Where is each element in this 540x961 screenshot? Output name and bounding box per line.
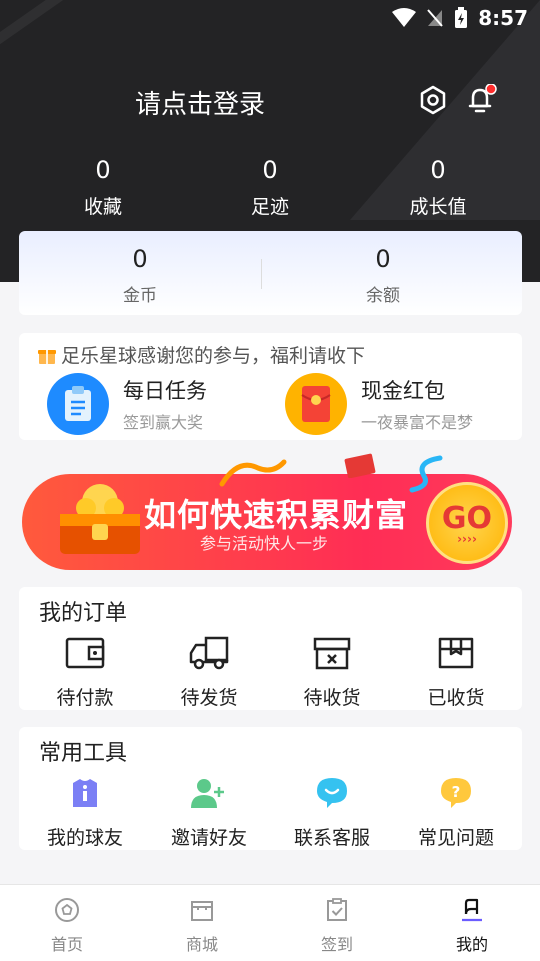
tool-label: 邀请好友 — [170, 827, 247, 849]
cash-redpacket-title: 现金红包 — [361, 379, 445, 403]
envelope-decoration — [344, 453, 376, 478]
stat-growth[interactable]: 0 成长值 — [378, 154, 498, 219]
jersey-icon — [73, 779, 97, 807]
notification-button[interactable] — [463, 82, 499, 118]
shop-icon — [191, 901, 213, 921]
status-bar: 8:57 — [392, 6, 528, 30]
tab-checkin[interactable]: 签到 — [297, 897, 377, 955]
chat-bubble-icon — [317, 778, 347, 808]
wallet-balance[interactable]: 0 余额 — [283, 243, 483, 306]
tool-customer-service[interactable]: 联系客服 — [272, 773, 392, 850]
cash-redpacket-subtitle: 一夜暴富不是梦 — [361, 413, 474, 432]
settings-button[interactable] — [415, 82, 451, 118]
welfare-title: 足乐星球感谢您的参与，福利请收下 — [61, 345, 366, 367]
order-label: 待收货 — [303, 687, 361, 709]
stat-value: 0 — [95, 156, 111, 184]
order-pending-receipt[interactable]: 待收货 — [272, 633, 392, 710]
profile-icon — [462, 898, 482, 922]
orders-card: 我的订单 待付款 待发货 待收货 已收货 — [19, 587, 522, 710]
tab-label: 签到 — [320, 935, 353, 954]
daily-task[interactable]: 每日任务 签到赢大奖 — [47, 373, 207, 435]
order-label: 已收货 — [427, 687, 485, 709]
box-x-icon — [313, 637, 351, 670]
order-label: 待付款 — [56, 687, 114, 709]
tool-label: 常见问题 — [417, 827, 494, 849]
tab-label: 我的 — [455, 935, 488, 954]
wallet-divider — [261, 259, 262, 289]
bottom-tab-bar: 首页 商城 签到 我的 — [0, 884, 540, 961]
go-button[interactable]: GO ›››› — [426, 482, 508, 564]
go-arrows: ›››› — [457, 531, 477, 546]
stat-label: 收藏 — [83, 196, 122, 218]
truck-icon — [189, 636, 229, 670]
bell-icon — [468, 84, 497, 113]
package-icon — [438, 637, 474, 669]
ribbon-decoration-2 — [409, 455, 443, 493]
wifi-icon — [392, 8, 417, 27]
coins-label: 金币 — [123, 286, 157, 306]
battery-icon — [455, 7, 468, 28]
daily-task-subtitle: 签到赢大奖 — [123, 413, 204, 432]
balance-value: 0 — [375, 245, 391, 273]
order-pending-payment[interactable]: 待付款 — [25, 633, 145, 710]
daily-task-title: 每日任务 — [123, 379, 207, 403]
gift-icon — [38, 349, 56, 364]
notification-dot — [485, 84, 497, 95]
tools-card: 常用工具 我的球友 邀请好友 联系客服 ? 常见问题 — [19, 727, 522, 850]
tab-shop[interactable]: 商城 — [162, 897, 242, 955]
wallet-card: 0 金币 0 余额 — [19, 231, 522, 315]
svg-text:?: ? — [452, 783, 461, 801]
stat-value: 0 — [262, 156, 278, 184]
clipboard-icon — [47, 373, 109, 435]
tab-home[interactable]: 首页 — [27, 897, 107, 955]
checkin-icon — [327, 898, 347, 921]
tool-label: 联系客服 — [293, 827, 370, 849]
welfare-card: 足乐星球感谢您的参与，福利请收下 每日任务 签到赢大奖 现金红包 一夜暴富不是梦 — [19, 333, 522, 440]
welfare-title-row: 足乐星球感谢您的参与，福利请收下 — [37, 341, 365, 368]
order-received[interactable]: 已收货 — [396, 633, 516, 710]
tab-label: 商城 — [185, 935, 218, 954]
stat-favorites[interactable]: 0 收藏 — [43, 154, 163, 219]
wallet-icon — [65, 637, 105, 669]
treasure-chest-icon — [60, 484, 140, 554]
add-user-icon — [191, 779, 224, 808]
stat-label: 成长值 — [409, 196, 467, 218]
order-label: 待发货 — [180, 687, 238, 709]
login-prompt[interactable]: 请点击登录 — [135, 84, 265, 121]
tab-mine[interactable]: 我的 — [432, 897, 512, 955]
status-time: 8:57 — [478, 6, 528, 30]
stat-footprints[interactable]: 0 足迹 — [210, 154, 330, 219]
coins-value: 0 — [132, 245, 148, 273]
stat-label: 足迹 — [250, 196, 289, 218]
tool-faq[interactable]: ? 常见问题 — [396, 773, 516, 850]
header-stripe — [0, 0, 310, 69]
stat-value: 0 — [430, 156, 446, 184]
tool-invite-friends[interactable]: 邀请好友 — [149, 773, 269, 850]
go-label: GO — [441, 500, 493, 536]
tab-label: 首页 — [50, 935, 83, 954]
cash-redpacket[interactable]: 现金红包 一夜暴富不是梦 — [285, 373, 473, 435]
balance-label: 余额 — [366, 286, 400, 306]
football-icon — [55, 898, 79, 922]
tool-label: 我的球友 — [46, 827, 123, 849]
tool-my-teammates[interactable]: 我的球友 — [25, 773, 145, 850]
banner-subtitle: 参与活动快人一步 — [200, 534, 329, 553]
red-packet-icon — [285, 373, 347, 435]
order-pending-shipment[interactable]: 待发货 — [149, 633, 269, 710]
question-icon: ? — [441, 778, 471, 808]
wealth-banner[interactable]: 如何快速积累财富 参与活动快人一步 GO ›››› — [22, 450, 512, 570]
orders-title: 我的订单 — [39, 601, 128, 626]
tools-title: 常用工具 — [39, 741, 128, 766]
settings-hex-icon — [420, 85, 446, 115]
no-signal-icon — [427, 9, 444, 27]
wallet-coins[interactable]: 0 金币 — [40, 243, 240, 306]
ribbon-decoration — [219, 459, 287, 487]
